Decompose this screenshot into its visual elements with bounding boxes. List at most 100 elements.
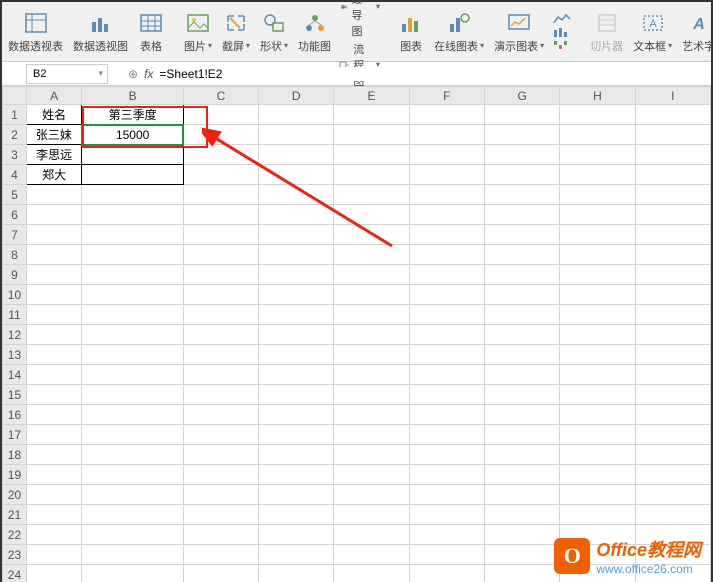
cell-F6[interactable] [409,205,484,225]
cell-A12[interactable] [26,325,82,345]
smartart-button[interactable]: 功能图 [296,5,333,59]
cell-A15[interactable] [26,385,82,405]
row-header-17[interactable]: 17 [3,425,27,445]
cell-B20[interactable] [82,485,183,505]
cell-I17[interactable] [635,425,710,445]
cell-B9[interactable] [82,265,183,285]
cell-G7[interactable] [485,225,560,245]
cell-H14[interactable] [560,365,635,385]
cell-D6[interactable] [259,205,334,225]
row-header-21[interactable]: 21 [3,505,27,525]
cell-I20[interactable] [635,485,710,505]
cell-F21[interactable] [409,505,484,525]
cell-B22[interactable] [82,525,183,545]
cell-G17[interactable] [485,425,560,445]
cell-A24[interactable] [26,565,82,582]
cell-E10[interactable] [334,285,409,305]
cell-E15[interactable] [334,385,409,405]
row-header-8[interactable]: 8 [3,245,27,265]
cell-E19[interactable] [334,465,409,485]
cell-C5[interactable] [183,185,258,205]
cell-C14[interactable] [183,365,258,385]
cell-B18[interactable] [82,445,183,465]
cell-G9[interactable] [485,265,560,285]
cell-D15[interactable] [259,385,334,405]
cell-A1[interactable]: 姓名 [26,105,82,125]
cell-G16[interactable] [485,405,560,425]
cell-B21[interactable] [82,505,183,525]
cell-G8[interactable] [485,245,560,265]
row-header-24[interactable]: 24 [3,565,27,582]
cell-F18[interactable] [409,445,484,465]
demo-chart-button[interactable]: 演示图表▾ [492,5,546,59]
row-header-22[interactable]: 22 [3,525,27,545]
cell-A21[interactable] [26,505,82,525]
cell-F20[interactable] [409,485,484,505]
cell-G23[interactable] [485,545,560,565]
cell-B16[interactable] [82,405,183,425]
cell-H4[interactable] [560,165,635,185]
cell-A22[interactable] [26,525,82,545]
expand-icon[interactable]: ⊕ [128,67,138,81]
cell-G6[interactable] [485,205,560,225]
cell-I4[interactable] [635,165,710,185]
cell-I19[interactable] [635,465,710,485]
cell-A6[interactable] [26,205,82,225]
cell-C7[interactable] [183,225,258,245]
cell-E2[interactable] [334,125,409,145]
cell-A10[interactable] [26,285,82,305]
cell-C4[interactable] [183,165,258,185]
cell-H6[interactable] [560,205,635,225]
row-header-10[interactable]: 10 [3,285,27,305]
textbox-button[interactable]: A 文本框▾ [631,5,674,59]
row-header-14[interactable]: 14 [3,365,27,385]
cell-E14[interactable] [334,365,409,385]
cell-E5[interactable] [334,185,409,205]
cell-G11[interactable] [485,305,560,325]
cell-A8[interactable] [26,245,82,265]
cell-D12[interactable] [259,325,334,345]
cell-A14[interactable] [26,365,82,385]
cell-I6[interactable] [635,205,710,225]
cell-A19[interactable] [26,465,82,485]
cell-G22[interactable] [485,525,560,545]
row-header-19[interactable]: 19 [3,465,27,485]
cell-E11[interactable] [334,305,409,325]
cell-B3[interactable] [82,145,183,165]
cell-E9[interactable] [334,265,409,285]
row-header-4[interactable]: 4 [3,165,27,185]
cell-E12[interactable] [334,325,409,345]
cell-D17[interactable] [259,425,334,445]
cell-C3[interactable] [183,145,258,165]
row-header-5[interactable]: 5 [3,185,27,205]
cell-I14[interactable] [635,365,710,385]
cell-D3[interactable] [259,145,334,165]
cell-C17[interactable] [183,425,258,445]
cell-H16[interactable] [560,405,635,425]
cell-F10[interactable] [409,285,484,305]
cell-E22[interactable] [334,525,409,545]
column-header-C[interactable]: C [183,87,258,105]
cell-H3[interactable] [560,145,635,165]
cell-I3[interactable] [635,145,710,165]
cell-F11[interactable] [409,305,484,325]
cell-B4[interactable] [82,165,183,185]
cell-D4[interactable] [259,165,334,185]
cell-F7[interactable] [409,225,484,245]
cell-A3[interactable]: 李思远 [26,145,82,165]
cell-I12[interactable] [635,325,710,345]
cell-G18[interactable] [485,445,560,465]
formula-input[interactable] [159,67,559,81]
cell-H10[interactable] [560,285,635,305]
cell-H12[interactable] [560,325,635,345]
cell-I18[interactable] [635,445,710,465]
cell-B17[interactable] [82,425,183,445]
cell-B11[interactable] [82,305,183,325]
cell-C21[interactable] [183,505,258,525]
cell-H20[interactable] [560,485,635,505]
cell-H5[interactable] [560,185,635,205]
cell-G2[interactable] [485,125,560,145]
row-header-16[interactable]: 16 [3,405,27,425]
cell-C23[interactable] [183,545,258,565]
cell-I1[interactable] [635,105,710,125]
